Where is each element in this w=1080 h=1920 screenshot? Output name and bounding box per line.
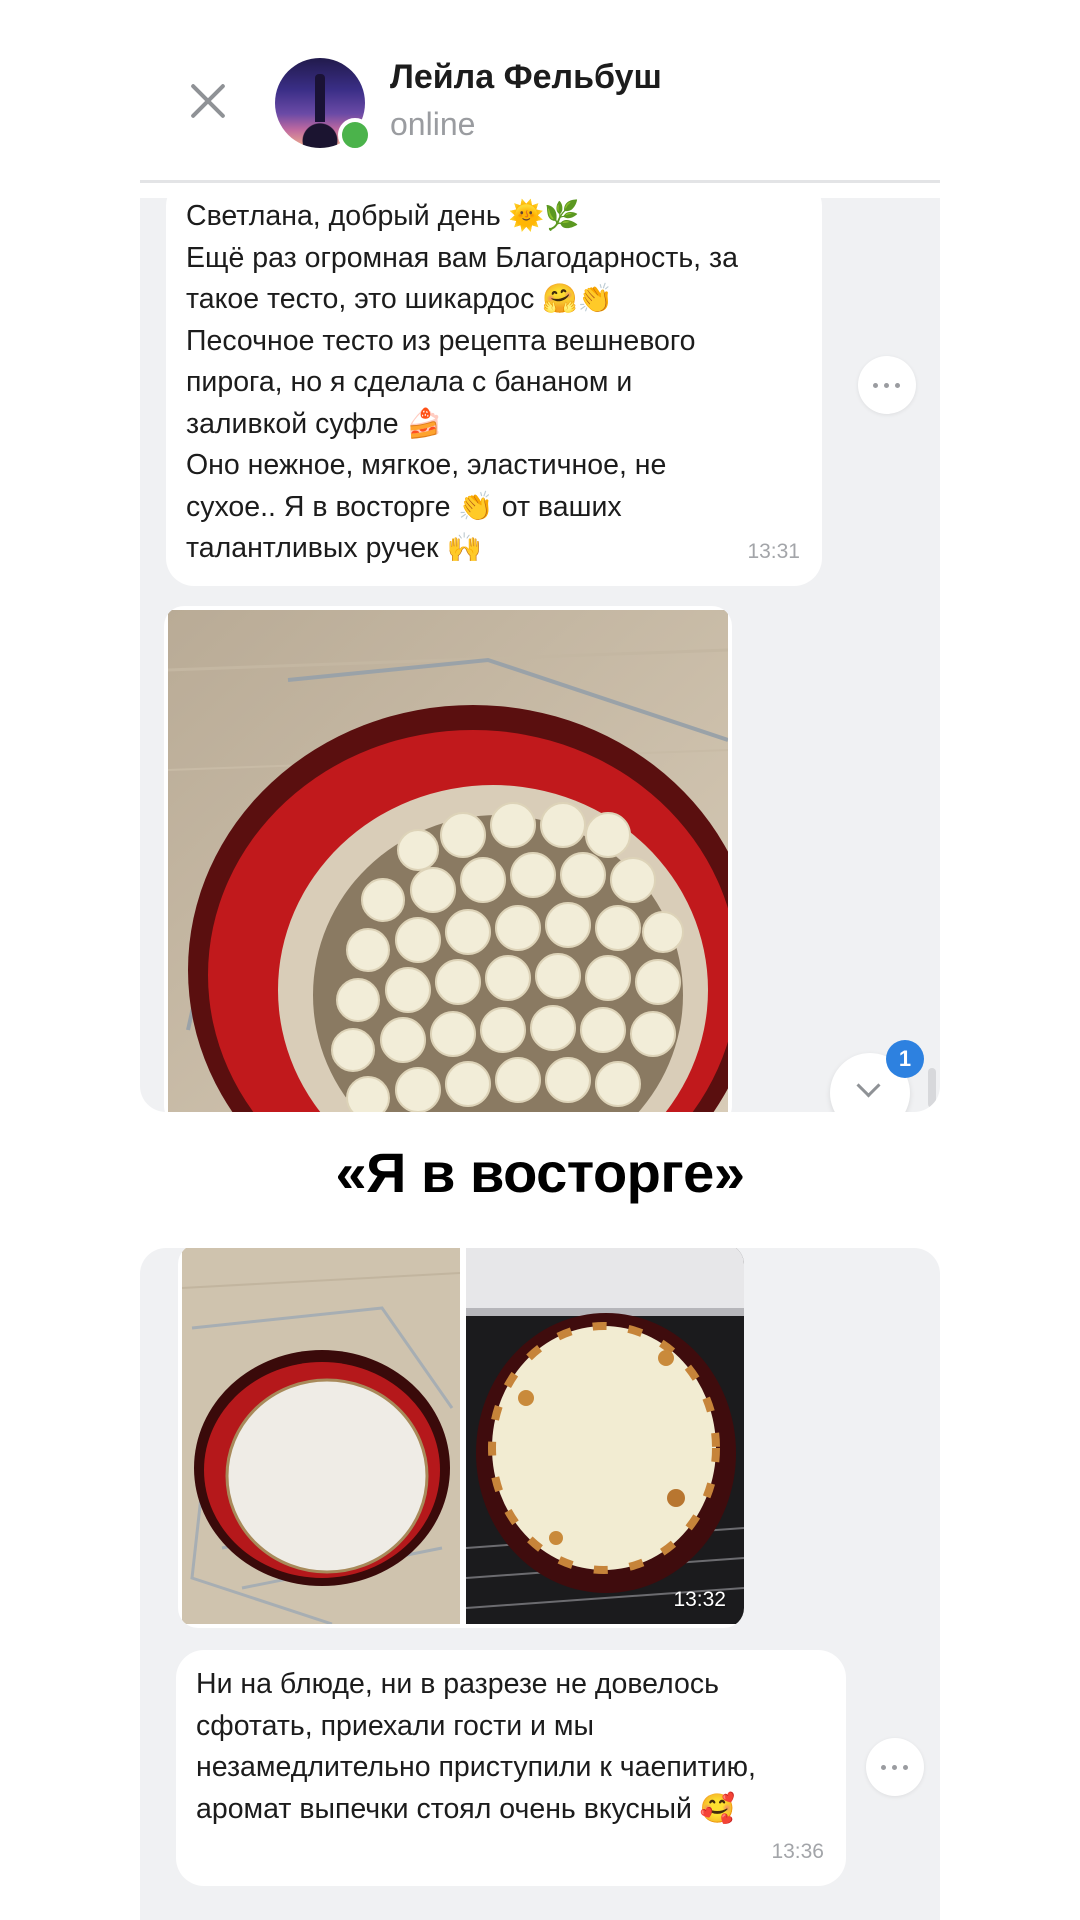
message-text: Ни на блюде, ни в разрезе не довелось сф…: [196, 1664, 756, 1830]
more-options-icon[interactable]: [858, 356, 916, 414]
message-bubble[interactable]: Ни на блюде, ни в разрезе не довелось сф…: [176, 1650, 846, 1886]
chat-header: Лейла Фельбуш online: [140, 0, 940, 183]
more-options-icon[interactable]: [866, 1738, 924, 1796]
banana-tart-photo: [168, 610, 728, 1112]
scrollbar[interactable]: [928, 1068, 936, 1108]
photo-time: 13:32: [673, 1588, 726, 1611]
avatar-image: [315, 74, 325, 122]
contact-status: online: [390, 106, 476, 142]
tart-base-photo[interactable]: [182, 1248, 460, 1624]
message-text: Светлана, добрый день 🌞🌿 Ещё раз огромна…: [186, 198, 738, 570]
baked-tart-photo[interactable]: 13:32: [466, 1248, 744, 1624]
message-time: 13:31: [747, 539, 800, 563]
message-line: аромат выпечки стоял очень вкусный 🥰: [196, 1792, 736, 1825]
chevron-down-icon: [856, 1073, 881, 1098]
message-time: 13:36: [771, 1839, 824, 1863]
message-line: незамедлительно приступили к чаепитию,: [196, 1751, 756, 1783]
header-divider: [140, 180, 940, 183]
chat-screenshot-top: Светлана, добрый день 🌞🌿 Ещё раз огромна…: [140, 198, 940, 1112]
message-line: сфотать, приехали гости и мы: [196, 1709, 594, 1742]
message-line: сухое.. Я в восторге 👏 от ваших: [186, 490, 622, 523]
message-line: Оно нежное, мягкое, эластичное, не: [186, 449, 667, 481]
contact-name[interactable]: Лейла Фельбуш: [390, 58, 662, 97]
message-line: Светлана, добрый день 🌞🌿: [186, 200, 580, 232]
close-icon[interactable]: [185, 78, 231, 124]
unread-badge: 1: [886, 1040, 924, 1078]
message-line: Ещё раз огромная вам Благодарность, за: [186, 241, 738, 274]
message-line: пирога, но я сделала с бананом и: [186, 366, 633, 398]
message-line: такое тесто, это шикардос 🤗👏: [186, 283, 614, 315]
chat-screenshot-bottom: 13:32 Ни на блюде, ни в разрезе не довел…: [140, 1248, 940, 1920]
banana-tart-photo-image: [168, 610, 728, 1112]
message-line: талантливых ручек 🙌: [186, 532, 482, 564]
message-line: заливкой суфле 🍰: [186, 407, 442, 440]
caption-title: «Я в восторге»: [335, 1141, 745, 1204]
message-line: Песочное тесто из рецепта вешневого: [186, 324, 696, 357]
online-indicator: [338, 118, 372, 152]
tart-base-photo-image: [182, 1248, 460, 1624]
message-bubble[interactable]: Светлана, добрый день 🌞🌿 Ещё раз огромна…: [166, 198, 822, 586]
message-line: Ни на блюде, ни в разрезе не довелось: [196, 1668, 719, 1700]
photo-album-message[interactable]: 13:32: [178, 1248, 744, 1628]
photo-message[interactable]: [164, 606, 732, 1112]
baked-tart-photo-image: [466, 1248, 744, 1624]
